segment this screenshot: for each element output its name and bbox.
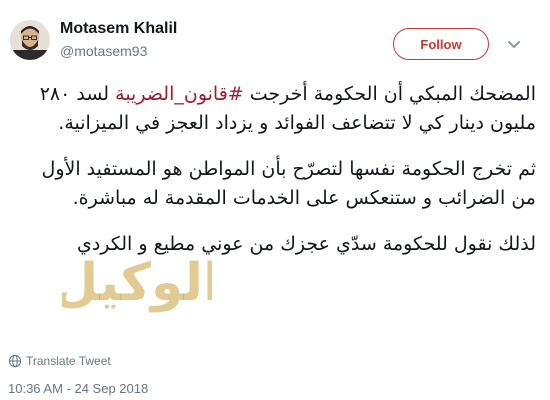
author-handle[interactable]: @motasem93 [60, 43, 147, 59]
chevron-down-icon[interactable] [505, 35, 523, 53]
tweet-paragraph-2: ثم تخرج الحكومة نفسها لتصرّح بأن المواطن… [41, 158, 536, 209]
avatar[interactable] [10, 20, 50, 60]
tweet-paragraph-1: المضحك المبكي أن الحكومة أخرجت #قانون_ال… [26, 80, 536, 138]
author-name[interactable]: Motasem Khalil [60, 20, 177, 38]
tweet-text-part: المضحك المبكي أن الحكومة أخرجت [243, 83, 536, 105]
avatar-image [10, 20, 50, 60]
tweet-paragraph-3: لذلك نقول للحكومة سدّي عجزك من عوني مطيع… [76, 233, 536, 255]
tweet-text: المضحك المبكي أن الحكومة أخرجت #قانون_ال… [26, 80, 536, 259]
tweet-timestamp[interactable]: 10:36 AM - 24 Sep 2018 [8, 381, 148, 396]
translate-label: Translate Tweet [26, 354, 111, 368]
globe-icon [8, 354, 22, 368]
follow-button-label: Follow [420, 36, 462, 52]
hashtag-link[interactable]: #قانون_الضريبة [115, 83, 244, 105]
watermark-text: الوكيل [62, 253, 212, 313]
translate-tweet-link[interactable]: Translate Tweet [8, 353, 111, 369]
follow-button[interactable]: Follow [393, 28, 489, 60]
